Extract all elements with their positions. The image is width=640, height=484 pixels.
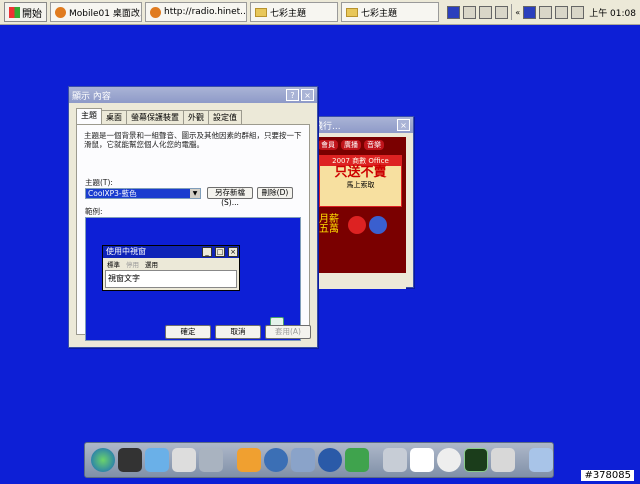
ad-status-bar — [315, 277, 406, 289]
theme-label: 主題(T): — [85, 178, 113, 187]
start-orb-icon[interactable] — [91, 448, 115, 472]
firefox-icon[interactable] — [237, 448, 261, 472]
task-radio-hinet[interactable]: http://radio.hinet.... — [145, 2, 247, 22]
ad-menu-member[interactable]: 會員 — [318, 140, 338, 150]
delete-button[interactable]: 刪除(D) — [257, 187, 293, 199]
sample-label: 範例: — [85, 207, 103, 216]
preview-window: 使用中視窗 _ □ × 標準 停用 選用 視窗文字 — [102, 245, 240, 291]
tools-icon[interactable] — [145, 448, 169, 472]
clock-icon[interactable] — [437, 448, 461, 472]
ad-footer-text: 月薪五萬 — [319, 214, 339, 235]
globe-icon[interactable] — [264, 448, 288, 472]
dock — [84, 442, 554, 478]
volume-icon[interactable] — [539, 5, 553, 19]
apply-button[interactable]: 套用(A) — [265, 325, 311, 339]
settings-icon[interactable] — [291, 448, 315, 472]
preview-window-text: 視窗文字 — [105, 270, 237, 288]
trash-icon[interactable] — [199, 448, 223, 472]
taskbar: 開始 Mobile01 桌面改... http://radio.hinet...… — [0, 0, 640, 25]
preview-window-title: 使用中視窗 — [106, 247, 146, 256]
chevron-left-icon[interactable]: « — [515, 8, 520, 17]
firefox-icon — [150, 6, 161, 18]
monitor-icon[interactable] — [118, 448, 142, 472]
preview-titlebar: 使用中視窗 _ □ × — [103, 246, 239, 258]
ok-button[interactable]: 確定 — [165, 325, 211, 339]
tab-settings[interactable]: 設定值 — [208, 110, 242, 124]
tray-separator — [511, 4, 513, 20]
task-label: Mobile01 桌面改... — [69, 8, 142, 19]
watermark: #378085 — [581, 470, 634, 481]
windows-logo-icon — [9, 6, 20, 18]
ad-footer: 月薪五萬 — [315, 209, 406, 241]
minimize-icon: _ — [202, 247, 212, 257]
drive-icon[interactable] — [172, 448, 196, 472]
messenger-icon[interactable] — [345, 448, 369, 472]
firefox-icon — [55, 6, 66, 18]
theme-preview: 使用中視窗 _ □ × 標準 停用 選用 視窗文字 — [85, 217, 301, 341]
preview-menu-disabled: 停用 — [126, 261, 139, 269]
ad-window-title: 飛行... — [314, 121, 341, 132]
dialog-title: 顯示 內容 — [72, 91, 111, 102]
task-theme-2[interactable]: 七彩主題 — [341, 2, 439, 22]
start-label: 開始 — [22, 8, 42, 20]
tab-themes[interactable]: 主題 — [76, 108, 102, 124]
task-label: 七彩主題 — [270, 8, 307, 19]
ad-banner[interactable]: 2007 商數 Office 只送不賣 馬上索取 — [319, 155, 402, 207]
ad-banner-sub: 馬上索取 — [346, 181, 375, 189]
task-label: 七彩主題 — [361, 8, 398, 19]
tab-strip: 主題 桌面 螢幕保護裝置 外觀 設定值 — [76, 108, 242, 124]
clock[interactable]: 上午 01:08 — [587, 6, 636, 19]
printer-icon[interactable] — [463, 5, 477, 19]
help-icon[interactable] — [479, 5, 493, 19]
cpu-meter-icon[interactable] — [464, 448, 488, 472]
ad-banner-big: 只送不賣 — [334, 165, 387, 180]
browser-icon[interactable] — [318, 448, 342, 472]
ad-circle-icon[interactable] — [369, 216, 387, 234]
theme-description: 主題是一個背景和一組聲音、圖示及其他因素的群組，只要按一下滑鼠，它就能幫您個人化… — [84, 131, 302, 149]
weather-icon[interactable] — [383, 448, 407, 472]
themes-panel: 主題是一個背景和一組聲音、圖示及其他因素的群組，只要按一下滑鼠，它就能幫您個人化… — [76, 124, 310, 341]
help-icon[interactable]: ? — [286, 89, 299, 101]
tab-appearance[interactable]: 外觀 — [183, 110, 209, 124]
ime-icon[interactable] — [571, 5, 585, 19]
task-label: http://radio.hinet.... — [164, 7, 247, 17]
save-as-button[interactable]: 另存新檔(S)... — [207, 187, 253, 207]
display-icon[interactable] — [447, 5, 461, 19]
close-icon[interactable]: × — [301, 89, 314, 101]
maximize-icon: □ — [215, 247, 225, 257]
ad-window-titlebar[interactable]: 飛行... × — [311, 117, 413, 133]
theme-select[interactable]: CoolXP3-藍色 ▼ — [85, 188, 201, 199]
cancel-button[interactable]: 取消 — [215, 325, 261, 339]
dialog-titlebar[interactable]: 顯示 內容 ? × — [69, 87, 317, 103]
tab-screensaver[interactable]: 螢幕保護裝置 — [126, 110, 184, 124]
ad-content[interactable]: 會員 廣播 音樂 2007 商數 Office 只送不賣 馬上索取 月薪五萬 — [315, 137, 406, 273]
ad-menu-music[interactable]: 音樂 — [364, 140, 384, 150]
folder-icon — [255, 7, 267, 17]
calendar-icon[interactable] — [410, 448, 434, 472]
ad-window[interactable]: 飛行... × 會員 廣播 音樂 2007 商數 Office 只送不賣 馬上索… — [310, 116, 414, 289]
ad-menu: 會員 廣播 音樂 — [315, 137, 406, 153]
folder-icon — [346, 7, 358, 17]
network-icon[interactable] — [523, 5, 537, 19]
system-tray: « 上午 01:08 — [447, 2, 636, 22]
task-theme-1[interactable]: 七彩主題 — [250, 2, 338, 22]
chevron-down-icon[interactable]: ▼ — [190, 189, 200, 198]
ad-circle-icon[interactable] — [348, 216, 366, 234]
ad-menu-broadcast[interactable]: 廣播 — [341, 140, 361, 150]
tools-icon[interactable] — [495, 5, 509, 19]
start-button[interactable]: 開始 — [4, 2, 47, 22]
close-icon: × — [228, 247, 238, 257]
tab-desktop[interactable]: 桌面 — [101, 110, 127, 124]
display-properties-dialog: 顯示 內容 ? × 主題 桌面 螢幕保護裝置 外觀 設定值 主題是一個背景和一組… — [68, 86, 318, 348]
preview-menu-normal: 標準 — [107, 261, 120, 269]
task-mobile01[interactable]: Mobile01 桌面改... — [50, 2, 142, 22]
battery-icon[interactable] — [491, 448, 515, 472]
theme-select-value: CoolXP3-藍色 — [88, 189, 137, 198]
preview-menu-selected: 選用 — [145, 261, 158, 269]
preview-menu: 標準 停用 選用 — [103, 258, 239, 270]
language-icon[interactable] — [555, 5, 569, 19]
show-desktop-icon[interactable] — [529, 448, 553, 472]
close-icon[interactable]: × — [397, 119, 410, 131]
